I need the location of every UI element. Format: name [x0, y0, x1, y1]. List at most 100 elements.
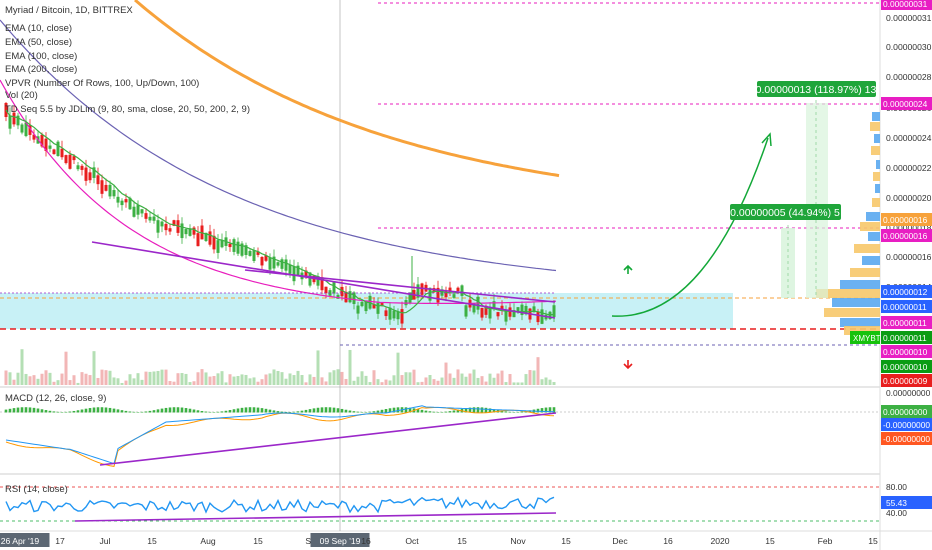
volume-bar	[140, 379, 144, 385]
target-box-1[interactable]: 0.00000005 (44.94%) 5	[730, 204, 841, 220]
macd-hist-bar	[52, 411, 56, 413]
symbol-title[interactable]: Myriad / Bitcoin, 1D, BITTREX	[5, 5, 133, 16]
candle-body	[220, 240, 224, 248]
candle-body	[360, 301, 364, 307]
volume-bar	[336, 369, 340, 385]
macd-hist-bar	[100, 407, 104, 413]
volume-bar	[524, 374, 528, 385]
macd-hist-bar	[284, 411, 288, 413]
macd-hist-bar	[40, 409, 44, 413]
legend-ema10[interactable]: EMA (10, close)	[5, 23, 72, 34]
legend-ema50[interactable]: EMA (50, close)	[5, 37, 72, 48]
range-box-2[interactable]	[806, 103, 828, 298]
macd-hist-bar	[272, 410, 276, 413]
legend-ema200[interactable]: EMA (200, close)	[5, 64, 77, 75]
volume-bar	[168, 381, 172, 385]
vpvr-row	[862, 256, 880, 265]
volume-bar	[312, 376, 316, 385]
price-tag-text: 0.00000016	[883, 215, 928, 225]
volume-bar	[72, 375, 76, 385]
volume-bar	[288, 373, 292, 385]
volume-bar	[348, 349, 352, 385]
macd-hist-bar	[36, 408, 40, 413]
volume-bar	[280, 372, 284, 385]
volume-bar	[184, 373, 188, 385]
legend-tdseq[interactable]: TD Seq 5.5 by JDLim (9, 80, sma, close, …	[5, 104, 250, 115]
macd-hist-bar	[96, 407, 100, 413]
volume-bar	[136, 373, 140, 385]
legend-ema100[interactable]: EMA (100, close)	[5, 51, 77, 62]
macd-hist-bar	[156, 409, 160, 413]
price-tag-text: 0.00000009	[883, 376, 928, 386]
macd-pane-label[interactable]: MACD (12, 26, close, 9)	[5, 393, 106, 404]
vpvr-row	[868, 232, 880, 241]
volume-bar	[332, 370, 336, 385]
volume-bar	[496, 373, 500, 385]
volume-bar	[492, 377, 496, 385]
volume-bar	[80, 372, 84, 385]
rsi-pane-label[interactable]: RSI (14, close)	[5, 484, 68, 495]
candle-body	[456, 287, 460, 292]
price-tick-label: 0.00000020	[886, 193, 932, 203]
macd-hist-bar	[280, 411, 284, 413]
macd-hist-bar	[424, 410, 428, 413]
volume-bar	[36, 378, 40, 385]
volume-bar	[320, 377, 324, 385]
volume-bar	[264, 374, 268, 385]
price-tag-text: 0.00000010	[883, 347, 928, 357]
volume-bar	[196, 372, 200, 385]
chart-canvas[interactable]: 0.00000005 (44.94%) 5 0.00000013 (118.97…	[0, 0, 932, 550]
candle-body	[84, 167, 88, 181]
macd-price-tag-text: -0.00000000	[883, 434, 930, 444]
volume-bar	[400, 375, 404, 385]
volume-bar	[520, 382, 524, 385]
indicator-legend[interactable]: Myriad / Bitcoin, 1D, BITTREX EMA (10, c…	[5, 5, 250, 115]
volume-bar	[112, 377, 116, 385]
candle-body	[536, 311, 540, 323]
rsi-trendline[interactable]	[74, 512, 557, 522]
legend-vpvr[interactable]: VPVR (Number Of Rows, 100, Up/Down, 100)	[5, 78, 199, 89]
tradingview-chart[interactable]: 0.00000005 (44.94%) 5 0.00000013 (118.97…	[0, 0, 932, 550]
candle-body	[164, 223, 168, 231]
candle-body	[124, 199, 128, 203]
candle-body	[292, 266, 296, 282]
macd-hist-bar	[92, 407, 96, 413]
macd-hist-bar	[180, 407, 184, 413]
volume-bar	[516, 382, 520, 385]
macd-hist-bar	[28, 407, 32, 413]
legend-volume[interactable]: Vol (20)	[5, 90, 38, 101]
target-box-2[interactable]: 0.00000013 (118.97%) 13	[756, 81, 877, 97]
volume-bar	[460, 373, 464, 385]
macd-hist-bar	[48, 410, 52, 413]
volume-bar	[252, 377, 256, 385]
macd-hist-bar	[344, 409, 348, 413]
macd-hist-bar	[364, 411, 368, 413]
macd-hist-bar	[132, 411, 136, 413]
macd-hist-bar	[212, 411, 216, 413]
volume-bar	[352, 380, 356, 385]
volume-bar	[236, 376, 240, 385]
volume-bar	[96, 377, 100, 385]
macd-hist-bar	[312, 408, 316, 413]
volume-bar	[388, 380, 392, 385]
macd-line	[5, 405, 555, 465]
time-tick-label: 09 Sep '19	[320, 536, 361, 546]
time-axis[interactable]: 26 Apr '1917Jul15Aug15Sep09 Sep '1916Oct…	[0, 533, 878, 547]
volume-bar	[76, 382, 80, 385]
macd-hist-bar	[380, 409, 384, 413]
candle-body	[248, 250, 252, 256]
macd-hist-bar	[176, 407, 180, 413]
price-tick-label: 0.00000016	[886, 252, 932, 262]
volume-bar	[364, 375, 368, 385]
macd-price-tag-text: -0.00000000	[883, 420, 930, 430]
forecast-arrow-curve[interactable]	[611, 137, 769, 317]
macd-hist-bar	[260, 408, 264, 413]
candle-body	[140, 209, 144, 214]
macd-tick-label: 0.00000000	[886, 388, 931, 398]
macd-hist-bar	[288, 411, 292, 413]
price-tag-text: 0.00000031	[883, 0, 928, 9]
volume-bar	[268, 373, 272, 385]
candle-body	[8, 115, 12, 129]
volume-bar	[384, 379, 388, 385]
up-arrow-icon	[623, 264, 633, 274]
